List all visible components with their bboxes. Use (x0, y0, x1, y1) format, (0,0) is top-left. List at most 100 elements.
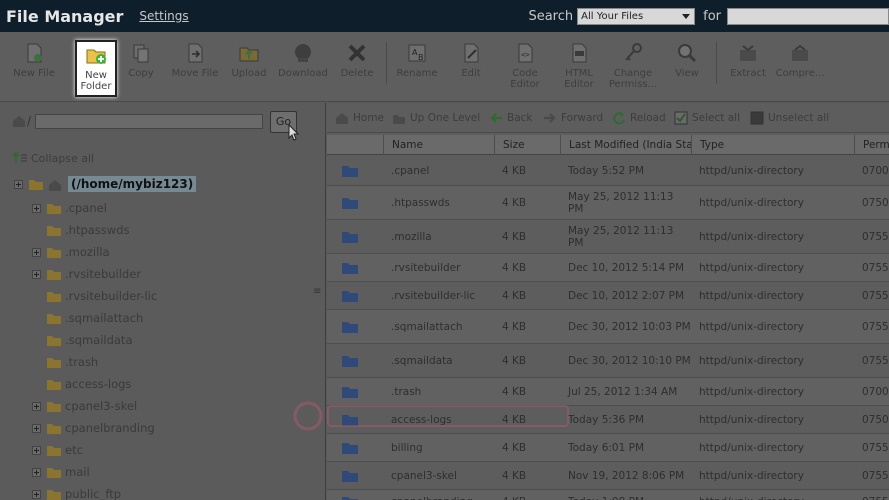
reload-icon (613, 112, 625, 125)
header-size[interactable]: Size (494, 135, 560, 155)
tree-item[interactable]: .rvsitebuilder-lic (32, 287, 157, 305)
tree-item[interactable]: .sqmaildata (32, 331, 133, 349)
forward-button[interactable]: Forward (543, 111, 603, 125)
move-file-button[interactable]: Move File (168, 42, 222, 79)
cell-size: 4 KB (494, 490, 560, 500)
cell-size: 4 KB (502, 470, 527, 482)
cell-type: httpd/unix-directory (699, 470, 804, 482)
upload-button[interactable]: Upload (222, 42, 276, 79)
folder-icon (47, 445, 61, 456)
code-editor-button[interactable]: <> Code Editor (498, 42, 552, 90)
settings-link[interactable]: Settings (139, 9, 188, 23)
table-row[interactable]: cpanel3-skel 4 KB Nov 19, 2012 8:06 PM http… (327, 462, 889, 490)
table-row[interactable]: .sqmaildata 4 KB Dec 30, 2012 10:10 PM http… (327, 344, 889, 378)
tree-item[interactable]: .rvsitebuilder (32, 265, 141, 283)
folder-icon (342, 322, 358, 333)
tree-item[interactable]: .trash (32, 353, 98, 371)
table-row[interactable]: .rvsitebuilder-lic 4 KB Dec 10, 2012 2:07 … (327, 282, 889, 310)
cell-perms: 0700 (862, 386, 889, 398)
delete-button[interactable]: Delete (330, 42, 384, 79)
copy-icon (133, 44, 149, 63)
compress-button[interactable]: Compre... (773, 42, 827, 79)
tree-item[interactable]: access-logs (32, 375, 131, 393)
header-perms[interactable]: Perms (854, 135, 889, 155)
search-scope-select[interactable]: All Your Files (577, 7, 696, 25)
cell-type: httpd/unix-directory (699, 386, 804, 398)
cell-last-modified: May 25, 2012 11:13 PM (568, 191, 674, 215)
view-button[interactable]: View (660, 42, 714, 79)
change-permissions-button[interactable]: Change Permiss... (606, 42, 660, 90)
tree-item[interactable]: etc (32, 441, 83, 459)
tree-item[interactable]: .mozilla (32, 243, 110, 261)
splitter-handle[interactable]: ≡ (313, 286, 321, 297)
table-row[interactable]: .sqmailattach 4 KB Dec 30, 2012 10:03 PM ht… (327, 310, 889, 344)
cell-last-modified: Nov 19, 2012 8:06 PM (568, 470, 685, 482)
tree-item[interactable]: public_ftp (32, 485, 121, 500)
expand-toggle[interactable] (32, 203, 41, 213)
collapse-all-button[interactable]: Collapse all (12, 151, 94, 165)
directory-tree-panel: / Go Collapse all (/home/mybiz123) .cpan… (0, 103, 326, 500)
for-label: for (703, 8, 721, 24)
tree-item[interactable]: .cpanel (32, 199, 107, 217)
copy-button[interactable]: Copy (114, 42, 168, 79)
back-button[interactable]: Back (489, 111, 533, 125)
expand-toggle[interactable] (32, 445, 41, 455)
header-type[interactable]: Type (691, 135, 854, 155)
download-button[interactable]: Download (276, 42, 330, 79)
table-row[interactable]: .mozilla 4 KB May 25, 2012 11:13 PM httpd/u… (327, 220, 889, 254)
home-button[interactable]: Home (335, 111, 384, 125)
folder-icon (342, 497, 358, 500)
expand-toggle[interactable] (32, 489, 41, 499)
tree-item[interactable]: mail (32, 463, 90, 481)
expand-toggle[interactable] (32, 467, 41, 477)
rename-button[interactable]: AB Rename (390, 42, 444, 79)
reload-button[interactable]: Reload (612, 111, 666, 125)
table-row[interactable]: .cpanel 4 KB Today 5:52 PM httpd/unix-direc… (327, 156, 889, 186)
table-row[interactable]: .rvsitebuilder 4 KB Dec 10, 2012 5:14 PM ht… (327, 254, 889, 282)
expand-toggle[interactable] (32, 401, 41, 411)
cell-type: httpd/unix-directory (699, 355, 804, 367)
expand-toggle[interactable] (32, 423, 41, 433)
path-prefix: / (27, 114, 32, 128)
download-icon (295, 44, 311, 62)
folder-icon (342, 166, 358, 177)
toolbar-divider (386, 42, 387, 84)
tree-item[interactable]: cpanelbranding (32, 419, 155, 437)
folder-icon (47, 379, 61, 390)
html-editor-button[interactable]: HTML Editor (552, 42, 606, 90)
table-row[interactable]: cpanelbranding4 KBToday 1:08 PMhttpd/uni… (327, 490, 889, 500)
table-row[interactable]: .htpasswds 4 KB May 25, 2012 11:13 PM httpd… (327, 186, 889, 220)
cell-name: .cpanel (391, 165, 430, 177)
cell-last-modified: Dec 10, 2012 5:14 PM (568, 262, 685, 274)
folder-icon (47, 247, 61, 258)
cell-name: .htpasswds (391, 197, 450, 209)
folder-icon (342, 291, 358, 302)
forward-arrow-icon (544, 113, 556, 123)
collapse-toggle[interactable] (14, 179, 23, 189)
tree-root[interactable]: (/home/mybiz123) (14, 176, 197, 192)
folder-icon (47, 357, 61, 368)
expand-toggle[interactable] (32, 269, 41, 279)
expand-toggle[interactable] (32, 247, 41, 257)
path-input[interactable] (35, 114, 263, 129)
new-file-button[interactable]: New File (7, 42, 61, 79)
extract-button[interactable]: Extract (721, 42, 775, 79)
tree-item-label: .mozilla (65, 245, 110, 259)
folder-icon (342, 471, 358, 482)
tree-item-label: .sqmaildata (65, 333, 133, 347)
header-name[interactable]: Name (383, 135, 494, 155)
up-one-level-button[interactable]: Up One Level (392, 111, 480, 125)
header-last-modified[interactable]: Last Modified (India Standard Time) (560, 135, 691, 155)
edit-button[interactable]: Edit (444, 42, 498, 79)
tree-item[interactable]: .htpasswds (32, 221, 129, 239)
tree-item[interactable]: .sqmailattach (32, 309, 143, 327)
tree-item[interactable]: cpanel3-skel (32, 397, 137, 415)
select-all-button[interactable]: Select all (674, 111, 740, 125)
rename-icon: AB (408, 44, 426, 62)
unselect-all-button[interactable]: Unselect all (750, 111, 829, 125)
search-input[interactable] (727, 7, 889, 25)
cell-last-modified: Today 1:08 PM (560, 490, 691, 500)
cell-icon (333, 344, 373, 378)
tree-item-label: .sqmailattach (65, 311, 144, 325)
new-folder-button[interactable]: New Folder (75, 40, 117, 97)
